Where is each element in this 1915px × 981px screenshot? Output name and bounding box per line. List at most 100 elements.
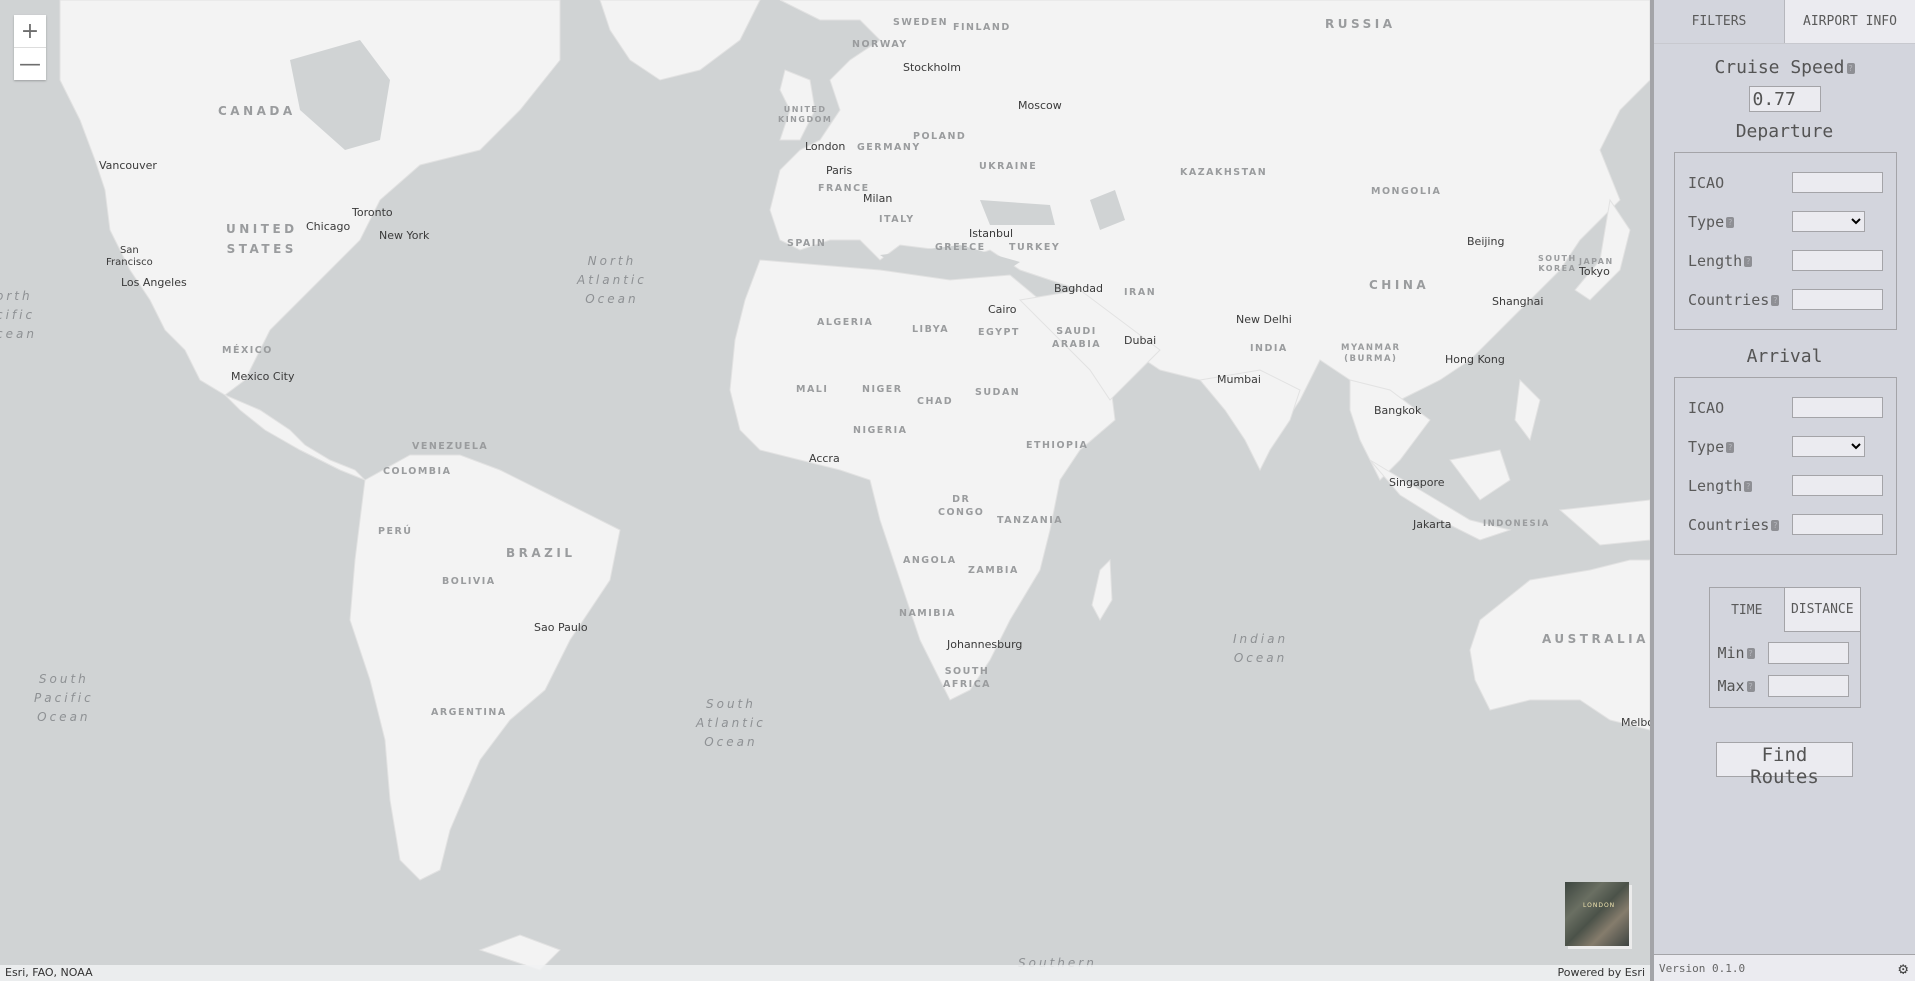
gear-icon[interactable]: ⚙ xyxy=(1898,959,1908,978)
cruise-speed-label: Cruise Speed xyxy=(1714,57,1845,78)
city-label: Hong Kong xyxy=(1445,353,1505,366)
max-label: Max? xyxy=(1718,677,1768,695)
arrival-countries-label: Countries? xyxy=(1688,516,1780,534)
ocean-label: South Atlantic Ocean xyxy=(696,697,766,749)
help-icon[interactable]: ? xyxy=(1771,519,1780,531)
country-label: UNITED STATES xyxy=(226,222,298,256)
country-label: UKRAINE xyxy=(979,161,1038,172)
cruise-speed-heading: Cruise Speed? xyxy=(1654,57,1915,78)
cruise-speed-input[interactable] xyxy=(1748,86,1821,112)
departure-length-text: Length xyxy=(1688,251,1743,270)
country-label: EGYPT xyxy=(978,327,1020,338)
arrival-countries-input[interactable] xyxy=(1792,514,1883,535)
arrival-type-select[interactable] xyxy=(1792,436,1865,457)
city-label: Moscow xyxy=(1018,99,1062,112)
ocean-label: orth cific cean xyxy=(0,289,37,341)
version-label: Version 0.1.0 xyxy=(1659,962,1746,975)
departure-icao-label: ICAO xyxy=(1688,173,1725,192)
departure-type-text: Type xyxy=(1688,212,1725,231)
country-label: ITALY xyxy=(879,214,915,225)
city-label: Jakarta xyxy=(1413,518,1452,531)
zoom-out-button[interactable]: — xyxy=(14,47,46,80)
help-icon[interactable]: ? xyxy=(1746,680,1755,692)
arrival-type-text: Type xyxy=(1688,437,1725,456)
map-view[interactable]: Vancouver San Francisco Los Angeles Chic… xyxy=(0,0,1650,981)
ocean-label: South Pacific Ocean xyxy=(34,672,94,724)
country-label: SAUDI ARABIA xyxy=(1052,326,1102,350)
arrival-length-input[interactable] xyxy=(1792,475,1883,496)
arrival-icao-input[interactable] xyxy=(1792,397,1883,418)
city-label: Mexico City xyxy=(231,370,295,383)
country-label: GERMANY xyxy=(857,142,921,153)
tab-airport-info[interactable]: AIRPORT INFO xyxy=(1784,0,1915,43)
help-icon[interactable]: ? xyxy=(1726,441,1735,453)
max-row: Max? xyxy=(1710,669,1860,702)
zoom-control: + — xyxy=(14,15,46,80)
help-icon[interactable]: ? xyxy=(1744,255,1753,267)
city-label: Bangkok xyxy=(1374,404,1422,417)
panel-tabs: FILTERS AIRPORT INFO xyxy=(1654,0,1915,44)
departure-heading: Departure xyxy=(1735,121,1834,142)
min-input[interactable] xyxy=(1767,641,1849,664)
map-attribution: Esri, FAO, NOAA Powered by Esri xyxy=(0,965,1650,981)
departure-countries-input[interactable] xyxy=(1792,289,1883,310)
powered-by-link[interactable]: Powered by Esri xyxy=(1557,966,1645,979)
country-label: MALI xyxy=(796,384,829,395)
city-label: New Delhi xyxy=(1236,313,1292,326)
city-label: Vancouver xyxy=(99,159,157,172)
find-routes-button[interactable]: Find Routes xyxy=(1716,742,1853,788)
help-icon[interactable]: ? xyxy=(1846,62,1855,74)
country-label: SOUTH AFRICA xyxy=(943,666,992,690)
min-text: Min xyxy=(1717,643,1745,662)
city-label: Mumbai xyxy=(1217,373,1261,386)
departure-countries-row: Countries? xyxy=(1688,280,1883,319)
city-label: Cairo xyxy=(988,303,1017,316)
country-label: SPAIN xyxy=(787,238,827,249)
help-icon[interactable]: ? xyxy=(1744,480,1753,492)
min-label: Min? xyxy=(1718,644,1768,662)
departure-length-input[interactable] xyxy=(1792,250,1883,271)
country-label: IRAN xyxy=(1124,287,1157,298)
departure-type-select[interactable] xyxy=(1792,211,1865,232)
mode-tabs: TIME DISTANCE xyxy=(1710,588,1860,632)
basemap-toggle[interactable]: LONDON xyxy=(1565,882,1629,946)
time-distance-box: TIME DISTANCE Min? Max? xyxy=(1708,587,1861,708)
city-label: Shanghai xyxy=(1492,295,1544,308)
country-label: MYANMAR (BURMA) xyxy=(1341,343,1401,364)
tab-time[interactable]: TIME xyxy=(1710,588,1785,632)
city-label: Singapore xyxy=(1389,476,1445,489)
tab-filters[interactable]: FILTERS xyxy=(1654,0,1784,43)
tab-distance[interactable]: DISTANCE xyxy=(1784,588,1860,632)
country-label: ZAMBIA xyxy=(968,565,1019,576)
country-label: BRAZIL xyxy=(506,546,576,560)
arrival-icao-label: ICAO xyxy=(1688,398,1725,417)
city-label: Sao Paulo xyxy=(534,621,588,634)
country-label: LIBYA xyxy=(912,324,950,335)
help-icon[interactable]: ? xyxy=(1771,294,1780,306)
basemap-thumbnail: LONDON xyxy=(1565,882,1629,946)
departure-icao-input[interactable] xyxy=(1792,172,1883,193)
city-label: Beijing xyxy=(1467,235,1505,248)
departure-countries-label: Countries? xyxy=(1688,291,1780,309)
country-label: VENEZUELA xyxy=(412,441,489,452)
zoom-in-button[interactable]: + xyxy=(14,15,46,47)
country-label: INDONESIA xyxy=(1483,519,1550,529)
arrival-type-label: Type? xyxy=(1688,437,1735,456)
country-label: CHINA xyxy=(1369,278,1430,292)
attribution-sources: Esri, FAO, NOAA xyxy=(5,966,93,979)
country-label: UNITED KINGDOM xyxy=(778,105,833,124)
arrival-countries-row: Countries? xyxy=(1688,505,1883,544)
help-icon[interactable]: ? xyxy=(1726,216,1735,228)
city-label: Chicago xyxy=(306,220,351,233)
max-input[interactable] xyxy=(1767,674,1849,697)
country-label: SUDAN xyxy=(975,387,1021,398)
help-icon[interactable]: ? xyxy=(1746,647,1755,659)
country-label: INDIA xyxy=(1250,343,1288,354)
country-label: CANADA xyxy=(218,104,296,118)
city-label: Melbo xyxy=(1621,716,1650,729)
departure-length-row: Length? xyxy=(1688,241,1883,280)
country-label: AUSTRALIA xyxy=(1542,632,1649,646)
country-label: MONGOLIA xyxy=(1371,186,1442,197)
ocean-label: North Atlantic Ocean xyxy=(577,254,647,306)
country-label: POLAND xyxy=(913,131,967,142)
